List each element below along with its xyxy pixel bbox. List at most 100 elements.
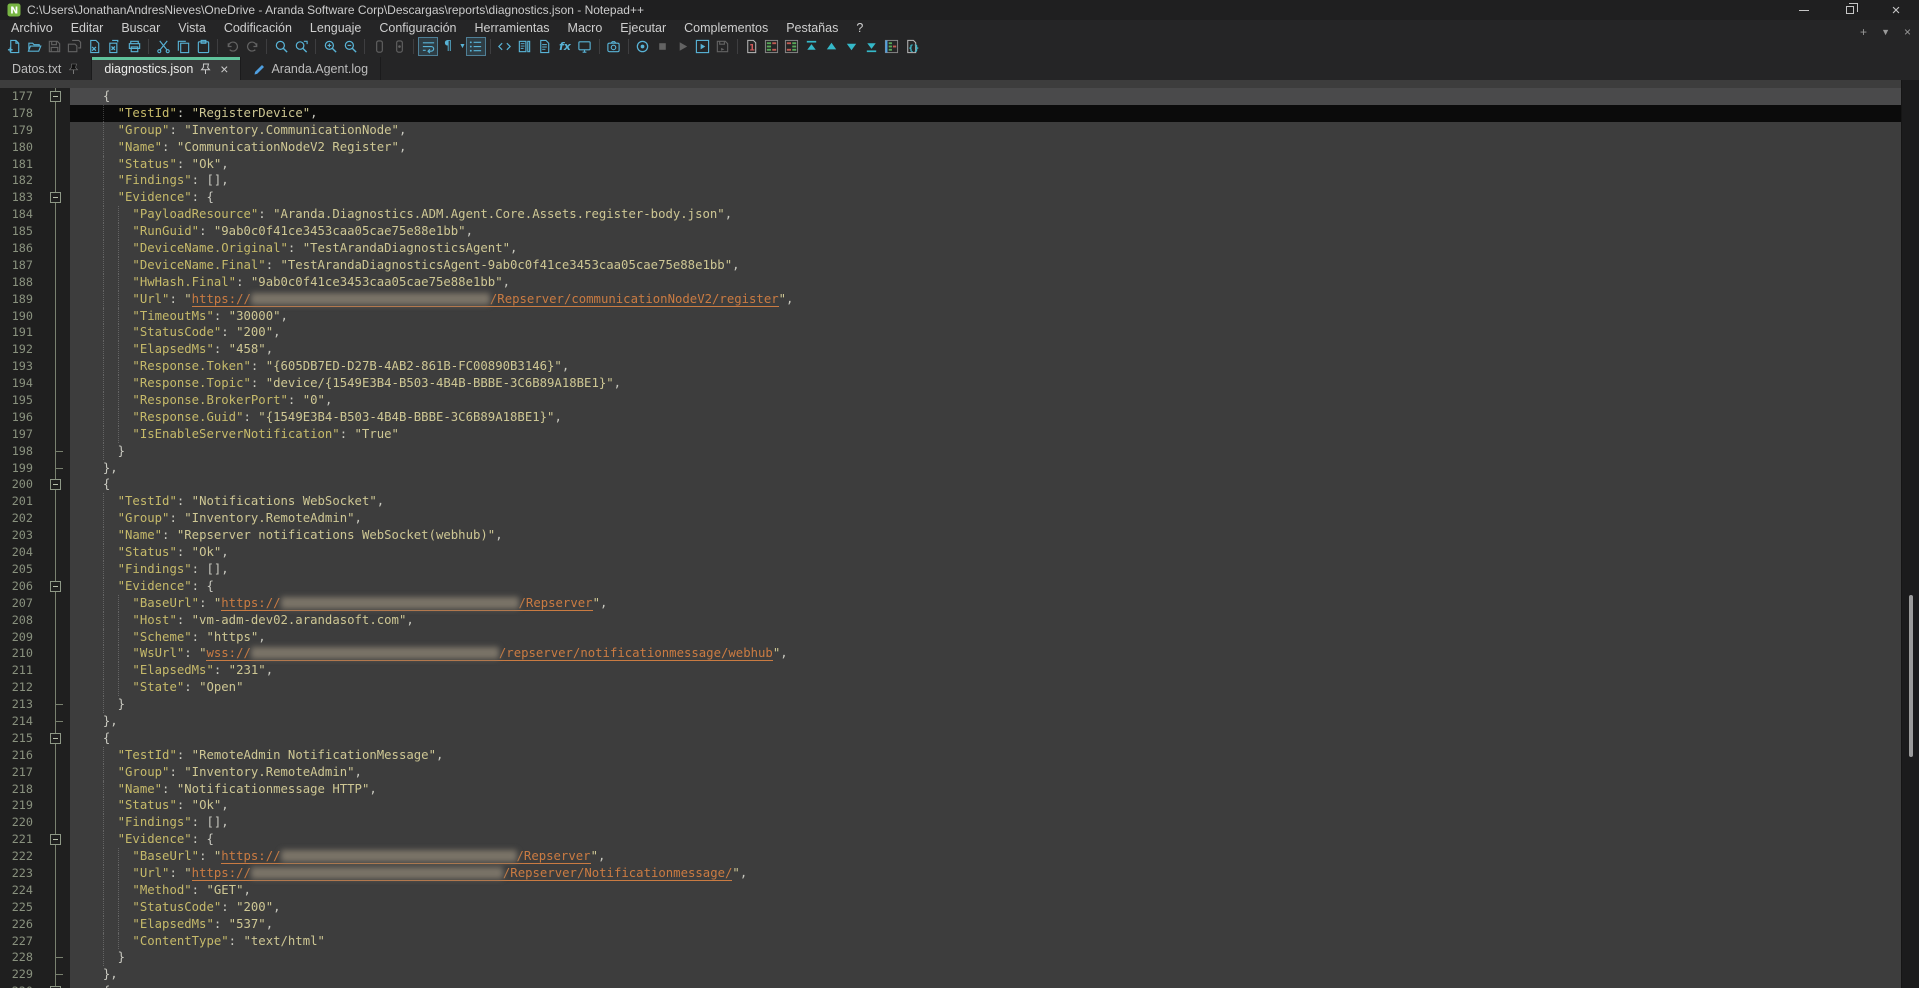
fold-collapse-box[interactable] <box>50 479 61 490</box>
fold-margin[interactable] <box>40 88 70 105</box>
code-line[interactable]: 225 "StatusCode": "200", <box>0 899 1901 916</box>
fold-margin[interactable] <box>40 291 70 308</box>
code-text[interactable]: "Response.Token": "{605DB7ED-D27B-4AB2-8… <box>70 358 1901 375</box>
minimize-button[interactable] <box>1781 0 1827 20</box>
tab-diagnostics-json[interactable]: diagnostics.json× <box>92 57 241 80</box>
code-line[interactable]: 194 "Response.Topic": "device/{1549E3B4-… <box>0 375 1901 392</box>
code-line[interactable]: 216 "TestId": "RemoteAdmin NotificationM… <box>0 747 1901 764</box>
code-line[interactable]: 191 "StatusCode": "200", <box>0 324 1901 341</box>
code-text[interactable]: { <box>70 730 1901 747</box>
code-line[interactable]: 184 "PayloadResource": "Aranda.Diagnosti… <box>0 206 1901 223</box>
code-text[interactable]: { <box>70 476 1901 493</box>
tab-datos-txt[interactable]: Datos.txt <box>0 57 92 80</box>
code-text[interactable]: "Response.Guid": "{1549E3B4-B503-4B4B-BB… <box>70 409 1901 426</box>
close-all-icon[interactable] <box>104 37 124 56</box>
line-number[interactable]: 188 <box>0 274 40 291</box>
code-line[interactable]: 212 "State": "Open" <box>0 679 1901 696</box>
line-number[interactable]: 219 <box>0 797 40 814</box>
line-number[interactable]: 183 <box>0 189 40 206</box>
code-line[interactable]: 210 "WsUrl": "wss:///repserver/notificat… <box>0 645 1901 662</box>
fold-margin[interactable] <box>40 358 70 375</box>
code-line[interactable]: 181 "Status": "Ok", <box>0 156 1901 173</box>
code-text[interactable]: "Url": "https:///Repserver/communication… <box>70 291 1901 308</box>
code-text[interactable]: "BaseUrl": "https:///Repserver", <box>70 848 1901 865</box>
code-line[interactable]: 208 "Host": "vm-adm-dev02.arandasoft.com… <box>0 612 1901 629</box>
fold-margin[interactable] <box>40 848 70 865</box>
code-text[interactable]: }, <box>70 713 1901 730</box>
menu-item-complementos[interactable]: Complementos <box>675 20 777 36</box>
code-text[interactable]: { <box>70 88 1901 105</box>
playback-view-icon[interactable] <box>389 37 409 56</box>
code-line[interactable]: 197 "IsEnableServerNotification": "True" <box>0 426 1901 443</box>
code-line[interactable]: 204 "Status": "Ok", <box>0 544 1901 561</box>
code-line[interactable]: 218 "Name": "Notificationmessage HTTP", <box>0 781 1901 798</box>
code-line[interactable]: 209 "Scheme": "https", <box>0 629 1901 646</box>
line-number[interactable]: 178 <box>0 105 40 122</box>
code-text[interactable]: "Group": "Inventory.RemoteAdmin", <box>70 764 1901 781</box>
fold-margin[interactable] <box>40 206 70 223</box>
fold-margin[interactable] <box>40 679 70 696</box>
code-text[interactable]: "Group": "Inventory.CommunicationNode", <box>70 122 1901 139</box>
code-line[interactable]: 185 "RunGuid": "9ab0c0f41ce3453caa05cae7… <box>0 223 1901 240</box>
cut-icon[interactable] <box>153 37 173 56</box>
copy-icon[interactable] <box>173 37 193 56</box>
code-line[interactable]: 206 "Evidence": { <box>0 578 1901 595</box>
fold-margin[interactable] <box>40 645 70 662</box>
code-text[interactable]: }, <box>70 966 1901 983</box>
line-number[interactable]: 227 <box>0 933 40 950</box>
fold-margin[interactable] <box>40 983 70 988</box>
code-text[interactable]: "TestId": "RemoteAdmin NotificationMessa… <box>70 747 1901 764</box>
menu-item-lenguaje[interactable]: Lenguaje <box>301 20 370 36</box>
record-view-icon[interactable] <box>369 37 389 56</box>
line-number[interactable]: 177 <box>0 88 40 105</box>
fold-margin[interactable] <box>40 629 70 646</box>
fold-margin[interactable] <box>40 139 70 156</box>
code-line[interactable]: 199 }, <box>0 460 1901 477</box>
url-link[interactable]: https:///Repserver <box>221 596 592 611</box>
fold-margin[interactable] <box>40 189 70 206</box>
new-file-icon[interactable] <box>4 37 24 56</box>
show-symbols-icon[interactable]: ¶ <box>438 37 458 56</box>
editor[interactable]: 177 {178 "TestId": "RegisterDevice",179 … <box>0 80 1901 988</box>
line-number[interactable]: 216 <box>0 747 40 764</box>
code-text[interactable]: "WsUrl": "wss:///repserver/notificationm… <box>70 645 1901 662</box>
code-line[interactable]: 190 "TimeoutMs": "30000", <box>0 308 1901 325</box>
macro-play-icon[interactable] <box>673 37 693 56</box>
compare-nav-bar-icon[interactable] <box>882 37 902 56</box>
fold-margin[interactable] <box>40 375 70 392</box>
code-line[interactable]: 214 }, <box>0 713 1901 730</box>
code-line[interactable]: 189 "Url": "https:///Repserver/communica… <box>0 291 1901 308</box>
line-number[interactable]: 179 <box>0 122 40 139</box>
zoom-in-icon[interactable] <box>320 37 340 56</box>
code-line[interactable]: 228 } <box>0 949 1901 966</box>
menu-item-configuraci-n[interactable]: Configuración <box>370 20 465 36</box>
line-number[interactable]: 184 <box>0 206 40 223</box>
code-line[interactable]: 203 "Name": "Repserver notifications Web… <box>0 527 1901 544</box>
code-text[interactable]: } <box>70 949 1901 966</box>
line-number[interactable]: 207 <box>0 595 40 612</box>
fold-margin[interactable] <box>40 527 70 544</box>
line-number[interactable]: 189 <box>0 291 40 308</box>
fold-margin[interactable] <box>40 966 70 983</box>
vertical-scrollbar[interactable] <box>1901 80 1919 988</box>
new-tab-button[interactable]: + <box>1860 26 1867 38</box>
fold-margin[interactable] <box>40 949 70 966</box>
line-number[interactable]: 208 <box>0 612 40 629</box>
url-link[interactable]: https:///Repserver/Notificationmessage/ <box>192 866 733 881</box>
menu-item-editar[interactable]: Editar <box>62 20 113 36</box>
line-number[interactable]: 206 <box>0 578 40 595</box>
fold-margin[interactable] <box>40 865 70 882</box>
fold-margin[interactable] <box>40 122 70 139</box>
word-wrap-icon[interactable] <box>418 37 438 56</box>
close-tab-button[interactable]: × <box>1904 26 1911 38</box>
code-line[interactable]: 193 "Response.Token": "{605DB7ED-D27B-4A… <box>0 358 1901 375</box>
line-number[interactable]: 192 <box>0 341 40 358</box>
code-text[interactable]: "Response.Topic": "device/{1549E3B4-B503… <box>70 375 1901 392</box>
line-number[interactable]: 222 <box>0 848 40 865</box>
fold-margin[interactable] <box>40 781 70 798</box>
fold-margin[interactable] <box>40 612 70 629</box>
url-link[interactable]: https:///Repserver <box>221 849 590 864</box>
fold-margin[interactable] <box>40 933 70 950</box>
code-text[interactable]: "Name": "Repserver notifications WebSock… <box>70 527 1901 544</box>
code-line[interactable]: 223 "Url": "https:///Repserver/Notificat… <box>0 865 1901 882</box>
